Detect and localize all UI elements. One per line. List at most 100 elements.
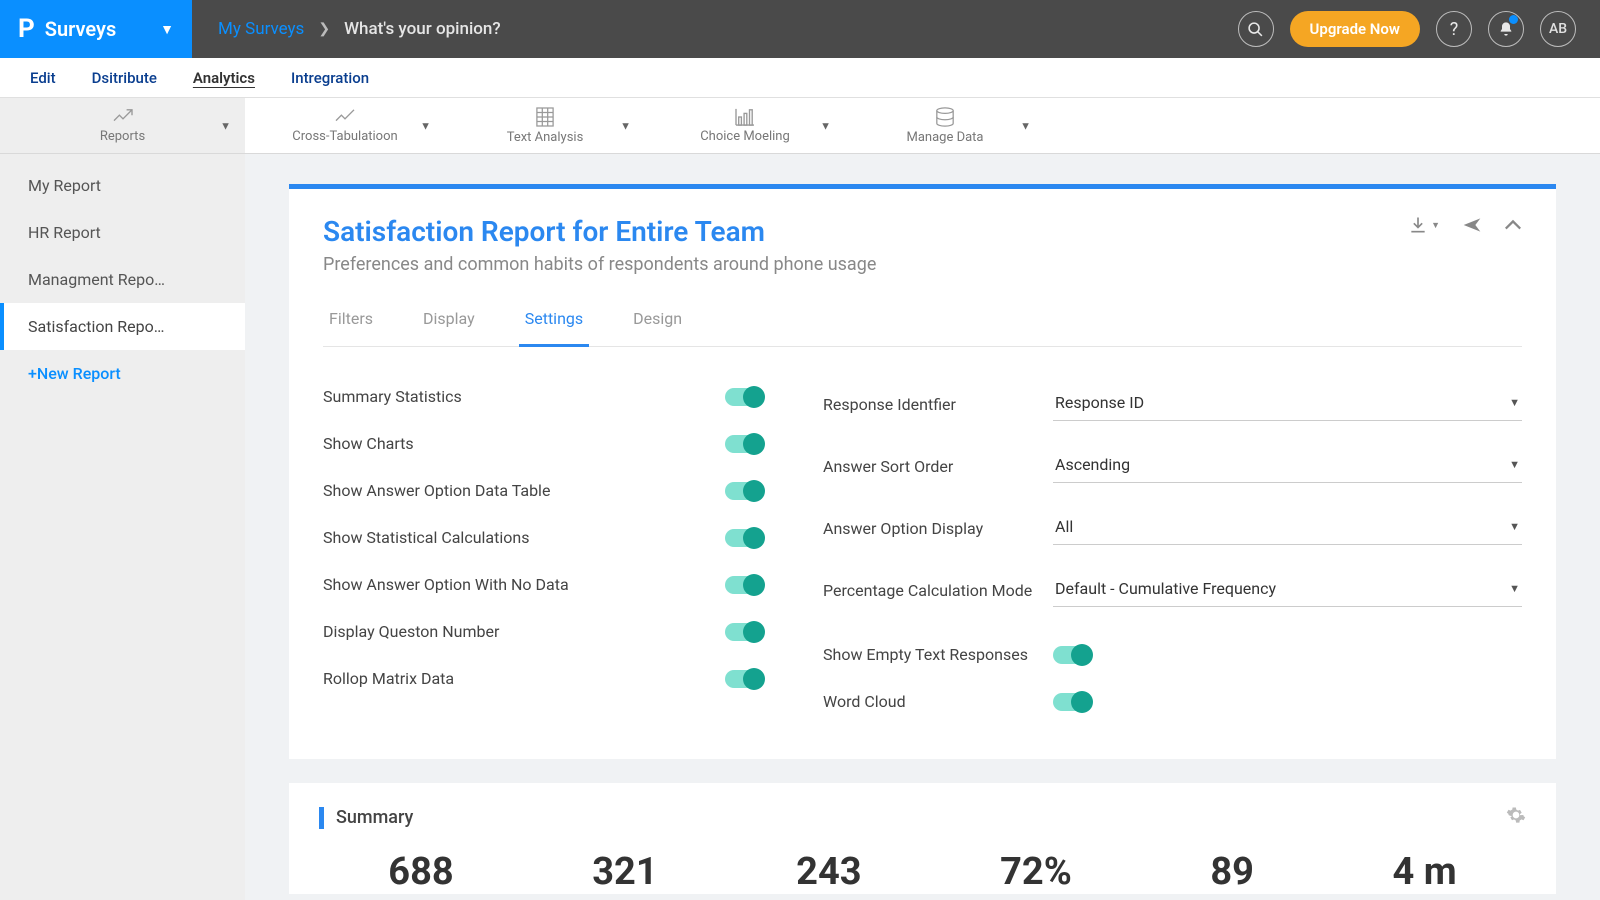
spreadsheet-icon (536, 107, 554, 127)
select-answer-sort-order: Answer Sort Order Ascending▼ (823, 435, 1522, 497)
stat-value: 89 (1210, 850, 1254, 894)
chevron-down-icon: ▼ (220, 119, 231, 132)
ribbon-label: Manage Data (906, 130, 983, 145)
summary-title: Summary (336, 807, 413, 828)
toggle-label: Show Charts (323, 434, 725, 453)
toggle-label: Show Statistical Calculations (323, 528, 725, 547)
report-sidebar: My Report HR Report Managment Repo… Sati… (0, 154, 245, 900)
inner-tab-settings[interactable]: Settings (519, 297, 589, 347)
stat-value: 688 (388, 850, 453, 894)
select-label: Response Identfier (823, 395, 1053, 414)
report-inner-tabs: Filters Display Settings Design (323, 297, 1522, 347)
toggle-summary-statistics: Summary Statistics (323, 373, 763, 420)
tab-analytics[interactable]: Analytics (175, 58, 273, 98)
select-control[interactable]: All ▼ (1053, 511, 1522, 545)
stat-value: 243 (796, 850, 861, 894)
user-avatar[interactable]: AB (1540, 11, 1576, 47)
sidebar-item-hr-report[interactable]: HR Report (0, 209, 245, 256)
brand-bar[interactable]: P Surveys ▼ (0, 0, 192, 58)
chevron-down-icon: ▼ (1509, 396, 1520, 409)
select-control[interactable]: Default - Cumulative Frequency ▼ (1053, 573, 1522, 607)
chevron-down-icon: ▼ (420, 119, 431, 132)
notification-dot-icon (1509, 15, 1518, 24)
stat-value: 72% (1000, 850, 1072, 894)
toggle-show-no-data: Show Answer Option With No Data (323, 561, 763, 608)
toggle-rollup-matrix: Rollop Matrix Data (323, 655, 763, 702)
sidebar-item-management-report[interactable]: Managment Repo… (0, 256, 245, 303)
analytics-ribbon: Reports ▼ Cross-Tabulatioon ▼ Text Analy… (0, 98, 1600, 154)
summary-settings-button[interactable] (1506, 805, 1526, 830)
stat-value: 4 m (1393, 850, 1457, 894)
ribbon-label: Cross-Tabulatioon (292, 129, 397, 144)
content-area: Satisfaction Report for Entire Team Pref… (245, 154, 1600, 900)
toggle-switch[interactable] (725, 670, 763, 688)
collapse-button[interactable] (1504, 219, 1522, 231)
ribbon-crosstab[interactable]: Cross-Tabulatioon ▼ (245, 98, 445, 153)
upgrade-button[interactable]: Upgrade Now (1290, 11, 1420, 47)
section-tabs: Edit Dsitribute Analytics Intregration (0, 58, 1600, 98)
toggle-switch[interactable] (725, 388, 763, 406)
toggle-switch[interactable] (725, 576, 763, 594)
toggle-show-answer-table: Show Answer Option Data Table (323, 467, 763, 514)
ribbon-choice-modeling[interactable]: Choice Moeling ▼ (645, 98, 845, 153)
breadcrumb-root[interactable]: My Surveys (218, 19, 304, 39)
share-icon (1462, 216, 1482, 234)
report-title: Satisfaction Report for Entire Team (323, 215, 876, 248)
tab-integration[interactable]: Intregration (273, 58, 387, 98)
help-icon: ? (1450, 19, 1459, 40)
line-chart-icon (112, 108, 134, 126)
toggle-switch[interactable] (1053, 693, 1091, 711)
select-answer-option-display: Answer Option Display All ▼ (823, 497, 1522, 559)
inner-tab-filters[interactable]: Filters (323, 297, 379, 346)
toggle-label: Display Queston Number (323, 622, 725, 641)
select-control[interactable]: Response ID▼ (1053, 387, 1522, 421)
select-value: Default - Cumulative Frequency (1055, 579, 1276, 598)
share-button[interactable] (1462, 216, 1482, 234)
chevron-right-icon: ❯ (318, 21, 330, 37)
brand-name: Surveys (45, 17, 116, 41)
report-actions: ▼ (1408, 215, 1522, 235)
help-button[interactable]: ? (1436, 11, 1472, 47)
inner-tab-design[interactable]: Design (627, 297, 688, 346)
summary-stats-row: 688 321 243 72% 89 4 m (319, 830, 1526, 894)
sidebar-new-report[interactable]: +New Report (0, 350, 245, 397)
toggle-show-charts: Show Charts (323, 420, 763, 467)
gear-icon (1506, 805, 1526, 825)
toggle-switch[interactable] (725, 482, 763, 500)
toggle-switch[interactable] (725, 529, 763, 547)
ribbon-manage-data[interactable]: Manage Data ▼ (845, 98, 1045, 153)
sidebar-item-my-report[interactable]: My Report (0, 162, 245, 209)
brand-dropdown-icon[interactable]: ▼ (160, 21, 174, 38)
ribbon-label: Reports (100, 129, 145, 144)
ribbon-label: Text Analysis (507, 130, 584, 145)
toggle-empty-text-responses: Show Empty Text Responses (823, 631, 1522, 678)
breadcrumb-current: What's your opinion? (344, 19, 501, 39)
select-value: All (1055, 517, 1073, 536)
download-button[interactable]: ▼ (1408, 215, 1440, 235)
select-value: Ascending (1055, 455, 1130, 474)
toggle-display-question-number: Display Queston Number (323, 608, 763, 655)
inner-tab-display[interactable]: Display (417, 297, 481, 346)
toggle-switch[interactable] (725, 623, 763, 641)
toggle-label: Word Cloud (823, 692, 1053, 711)
toggle-switch[interactable] (725, 435, 763, 453)
ribbon-text-analysis[interactable]: Text Analysis ▼ (445, 98, 645, 153)
ribbon-reports[interactable]: Reports ▼ (0, 98, 245, 153)
tab-distribute[interactable]: Dsitribute (74, 58, 175, 98)
select-control[interactable]: Ascending▼ (1053, 449, 1522, 483)
notifications-button[interactable] (1488, 11, 1524, 47)
chevron-down-icon: ▼ (1509, 582, 1520, 595)
toggle-label: Show Answer Option With No Data (323, 575, 725, 594)
line-chart-icon (334, 108, 356, 126)
report-card: Satisfaction Report for Entire Team Pref… (289, 184, 1556, 759)
search-button[interactable] (1238, 11, 1274, 47)
summary-accent-bar (319, 807, 324, 829)
toggle-switch[interactable] (1053, 646, 1091, 664)
sidebar-item-satisfaction-report[interactable]: Satisfaction Repo… (0, 303, 245, 350)
chevron-down-icon: ▼ (1509, 520, 1520, 533)
toggle-label: Rollop Matrix Data (323, 669, 725, 688)
select-label: Answer Option Display (823, 519, 1053, 538)
tab-edit[interactable]: Edit (12, 58, 74, 98)
toggle-word-cloud: Word Cloud (823, 678, 1522, 725)
brand-logo-icon: P (18, 14, 35, 44)
